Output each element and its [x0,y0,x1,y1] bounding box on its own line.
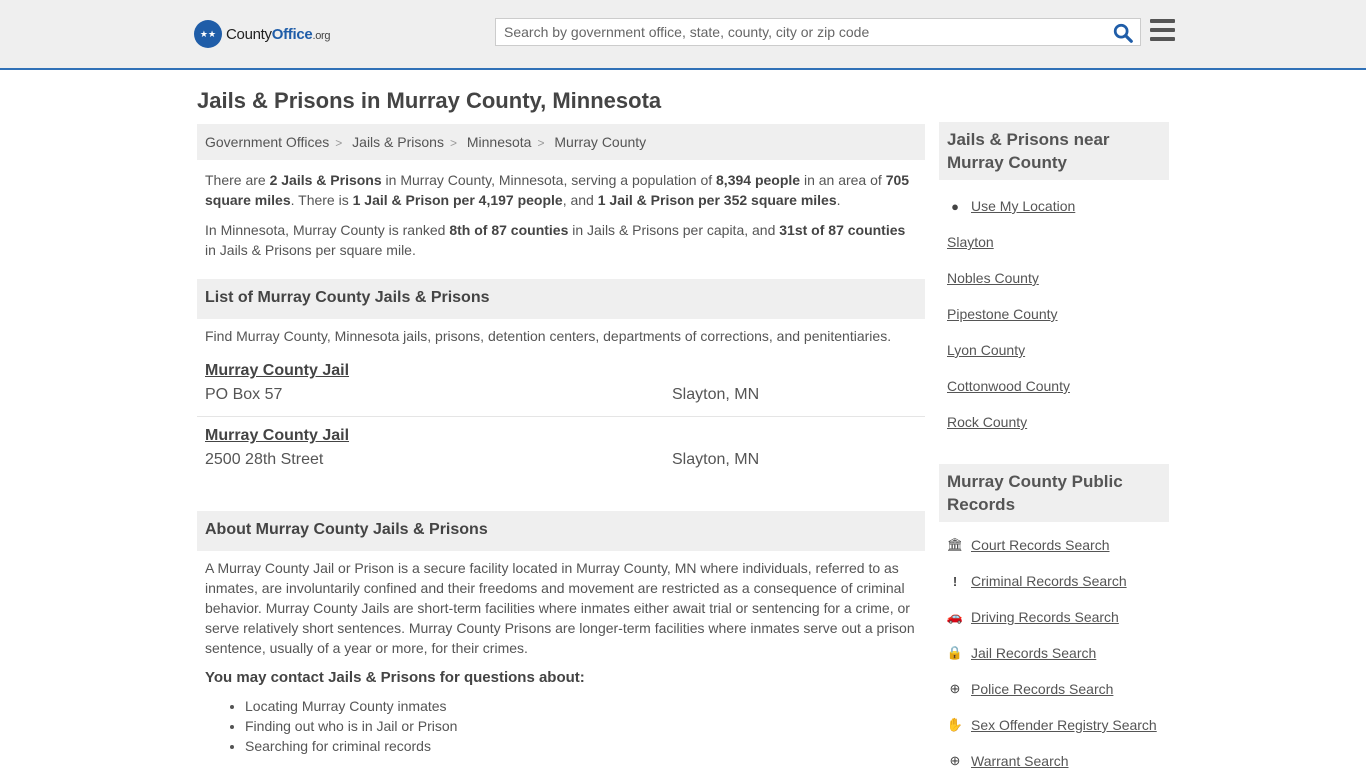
contact-heading: You may contact Jails & Prisons for ques… [205,669,585,686]
site-logo[interactable]: ★★ CountyOffice.org [194,20,331,48]
emphasis-text: 8,394 people [716,172,801,188]
sidebar-nearby: Jails & Prisons near Murray County ● Use … [939,122,1169,440]
page-title: Jails & Prisons in Murray County, Minnes… [197,88,662,113]
record-link[interactable]: Sex Offender Registry Search [971,717,1157,733]
emphasis-text: 31st of 87 counties [779,222,906,238]
nearby-item[interactable]: Slayton [939,224,1169,260]
use-location-item[interactable]: ● Use My Location [939,188,1169,224]
text: in Murray County, Minnesota, serving a p… [381,172,717,188]
nearby-item[interactable]: Nobles County [939,260,1169,296]
text: . There is [290,192,353,208]
record-link[interactable]: Police Records Search [971,681,1113,697]
record-item[interactable]: 🏛 Court Records Search [939,527,1169,563]
emphasis-text: 8th of 87 counties [449,222,569,238]
search-box [495,18,1141,46]
breadcrumb-item[interactable]: Minnesota [467,134,532,150]
about-body: A Murray County Jail or Prison is a secu… [205,560,915,656]
text: in Jails & Prisons per square mile. [205,242,416,258]
breadcrumb-item[interactable]: Government Offices [205,134,329,150]
list-item: Searching for criminal records [245,736,925,756]
facility-city: Slayton, MN [672,386,760,403]
text: . [836,192,841,208]
car-icon: 🚗 [946,609,964,624]
intro-paragraph-2: In Minnesota, Murray County is ranked 8t… [197,220,925,260]
sidebar-records-title: Murray County Public Records [939,464,1169,522]
record-item[interactable]: 🚗 Driving Records Search [939,599,1169,635]
intro-paragraph-1: There are 2 Jails & Prisons in Murray Co… [197,170,925,210]
emphasis-text: 2 Jails & Prisons [269,172,382,188]
record-item[interactable]: 🔒 Jail Records Search [939,635,1169,671]
logo-part3: .org [312,29,331,42]
facility-address: PO Box 57 [205,386,283,403]
emphasis-text: 1 Jail & Prison per 352 square miles [597,192,837,208]
logo-part2: Office [271,25,313,43]
emphasis-text: 1 Jail & Prison per 4,197 people [352,192,563,208]
record-item[interactable]: ⊕ Warrant Search [939,743,1169,779]
record-item[interactable]: ⊕ Police Records Search [939,671,1169,707]
search-icon[interactable] [1112,22,1134,44]
hand-icon: ✋ [946,717,964,732]
nearby-link[interactable]: Nobles County [947,270,1039,286]
text: There are [205,172,270,188]
list-section-title: List of Murray County Jails & Prisons [197,279,925,319]
main-content: Government Offices > Jails & Prisons > Min… [197,124,925,756]
text: , and [562,192,598,208]
nearby-link[interactable]: Slayton [947,234,994,250]
list-item: Finding out who is in Jail or Prison [245,716,925,736]
search-input[interactable] [496,19,1096,45]
facility-link[interactable]: Murray County Jail [205,427,349,445]
plus-circle-icon: ⊕ [949,753,961,768]
facility-city: Slayton, MN [672,451,760,468]
record-link[interactable]: Driving Records Search [971,609,1119,625]
logo-part1: County [226,25,272,43]
record-link[interactable]: Warrant Search [971,753,1069,769]
sidebar-nearby-title: Jails & Prisons near Murray County [939,122,1169,180]
nearby-link[interactable]: Pipestone County [947,306,1058,322]
lock-icon: 🔒 [946,645,964,660]
facility-link[interactable]: Murray County Jail [205,362,349,380]
record-link[interactable]: Court Records Search [971,537,1110,553]
logo-badge-icon: ★★ [194,20,222,48]
about-section-title: About Murray County Jails & Prisons [197,511,925,551]
use-location-link[interactable]: Use My Location [971,198,1075,214]
crosshair-icon: ⊕ [949,681,961,696]
nearby-link[interactable]: Cottonwood County [947,378,1070,394]
record-item[interactable]: ! Criminal Records Search [939,563,1169,599]
header: ★★ CountyOffice.org [0,0,1366,70]
list-item: Locating Murray County inmates [245,696,925,716]
exclamation-icon: ! [952,573,958,589]
sidebar-records: Murray County Public Records 🏛 Court Reco… [939,464,1169,779]
nearby-item[interactable]: Lyon County [939,332,1169,368]
record-link[interactable]: Criminal Records Search [971,573,1127,589]
contact-list: Locating Murray County inmates Finding o… [245,696,925,756]
nearby-link[interactable]: Lyon County [947,342,1025,358]
breadcrumb-item[interactable]: Murray County [554,134,646,150]
courthouse-icon: 🏛 [946,537,964,552]
text: in an area of [800,172,886,188]
text: in Jails & Prisons per capita, and [568,222,780,238]
map-marker-icon: ● [951,198,959,214]
list-item: Murray County Jail 2500 28th Street Slay… [197,417,925,482]
nearby-item[interactable]: Cottonwood County [939,368,1169,404]
list-item: Murray County Jail PO Box 57 Slayton, MN [197,352,925,417]
text: In Minnesota, Murray County is ranked [205,222,450,238]
nearby-item[interactable]: Pipestone County [939,296,1169,332]
list-description: Find Murray County, Minnesota jails, pri… [205,328,892,344]
hamburger-menu-icon[interactable] [1150,19,1175,41]
record-item[interactable]: ✋ Sex Offender Registry Search [939,707,1169,743]
facility-address: 2500 28th Street [205,451,324,468]
nearby-link[interactable]: Rock County [947,414,1027,430]
breadcrumb: Government Offices > Jails & Prisons > Min… [197,124,925,160]
record-link[interactable]: Jail Records Search [971,645,1096,661]
breadcrumb-item[interactable]: Jails & Prisons [352,134,444,150]
nearby-item[interactable]: Rock County [939,404,1169,440]
